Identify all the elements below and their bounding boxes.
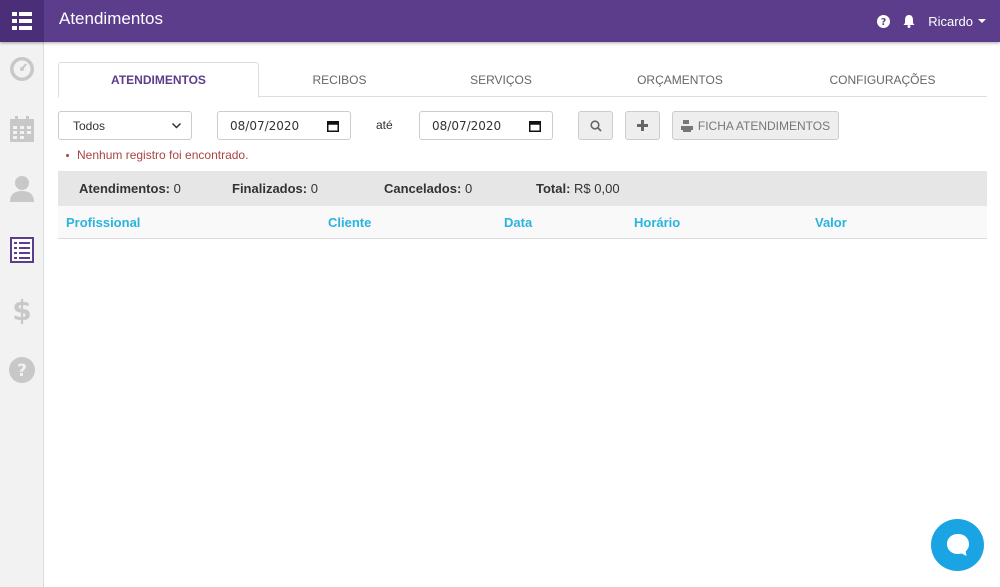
summary-atendimentos: Atendimentos: 0 <box>79 181 181 196</box>
chevron-down-icon <box>172 122 181 129</box>
user-icon <box>10 176 34 202</box>
column-header-data[interactable]: Data <box>504 215 532 230</box>
chat-bubble-icon <box>946 534 969 556</box>
user-menu[interactable]: Ricardo <box>928 14 986 29</box>
summary-atendimentos-label: Atendimentos: <box>79 181 170 196</box>
calendar-picker-icon[interactable] <box>529 120 541 132</box>
svg-text:?: ? <box>17 361 27 381</box>
page-title: Atendimentos <box>59 9 163 28</box>
column-header-cliente[interactable]: Cliente <box>328 215 371 230</box>
summary-cancelados: Cancelados: 0 <box>384 181 472 196</box>
no-records-text: Nenhum registro foi encontrado. <box>77 148 249 162</box>
sidebar-item-help[interactable]: ? <box>0 350 44 390</box>
summary-finalizados-value: 0 <box>310 181 318 196</box>
tab-orcamentos[interactable]: ORÇAMENTOS <box>582 62 778 97</box>
svg-text:?: ? <box>881 17 886 28</box>
sidebar: $ ? <box>0 42 44 587</box>
summary-atendimentos-value: 0 <box>173 181 181 196</box>
date-from-input[interactable]: 08/07/2020 <box>217 111 351 140</box>
no-records-message: Nenhum registro foi encontrado. <box>66 148 248 162</box>
sidebar-item-clients[interactable] <box>0 169 44 209</box>
svg-text:$: $ <box>12 295 31 325</box>
dollar-icon: $ <box>12 295 31 325</box>
summary-total-value: R$ 0,00 <box>574 181 620 196</box>
sidebar-item-dashboard[interactable] <box>0 49 44 89</box>
grid-menu-icon[interactable] <box>0 0 44 42</box>
column-header-profissional[interactable]: Profissional <box>66 215 140 230</box>
sidebar-item-atendimentos[interactable] <box>0 230 44 270</box>
column-header-horario[interactable]: Horário <box>634 215 680 230</box>
date-range-separator: até <box>376 118 393 132</box>
calendar-picker-icon[interactable] <box>327 120 339 132</box>
list-icon <box>10 237 34 263</box>
summary-finalizados-label: Finalizados: <box>232 181 308 196</box>
table-header: Profissional Cliente Data Horário Valor <box>58 206 987 239</box>
print-icon <box>680 119 693 132</box>
date-to-value: 08/07/2020 <box>432 118 502 133</box>
summary-total: Total: R$ 0,00 <box>536 181 620 196</box>
calendar-icon <box>10 116 34 142</box>
tab-recibos[interactable]: RECIBOS <box>259 62 420 97</box>
summary-finalizados: Finalizados: 0 <box>232 181 318 196</box>
bullet-icon <box>66 153 69 157</box>
date-to-input[interactable]: 08/07/2020 <box>419 111 553 140</box>
add-button[interactable] <box>625 111 660 140</box>
search-icon <box>589 119 602 132</box>
ficha-atendimentos-label: FICHA ATENDIMENTOS <box>697 118 831 133</box>
plus-icon <box>637 120 648 131</box>
summary-total-label: Total: <box>536 181 571 196</box>
status-select[interactable]: Todos <box>58 111 192 140</box>
tab-atendimentos[interactable]: ATENDIMENTOS <box>58 62 259 98</box>
sidebar-item-calendar[interactable] <box>0 109 44 149</box>
column-header-valor[interactable]: Valor <box>815 215 847 230</box>
tab-bar: ATENDIMENTOS RECIBOS SERVIÇOS ORÇAMENTOS… <box>58 62 987 98</box>
tab-servicos[interactable]: SERVIÇOS <box>420 62 582 97</box>
summary-bar: Atendimentos: 0 Finalizados: 0 Cancelado… <box>58 171 987 206</box>
summary-cancelados-label: Cancelados: <box>384 181 462 196</box>
ficha-atendimentos-button[interactable]: FICHA ATENDIMENTOS <box>672 111 839 140</box>
user-name: Ricardo <box>928 13 973 29</box>
bell-icon[interactable] <box>902 14 916 28</box>
help-icon[interactable]: ? <box>876 14 890 28</box>
date-from-value: 08/07/2020 <box>230 118 300 133</box>
caret-down-icon <box>978 19 986 23</box>
search-button[interactable] <box>578 111 613 140</box>
dashboard-icon <box>10 57 34 81</box>
top-bar: Atendimentos ? Ricardo <box>0 0 1000 42</box>
chat-button[interactable] <box>931 519 984 571</box>
sidebar-item-financeiro[interactable]: $ <box>0 290 44 330</box>
tab-configuracoes[interactable]: CONFIGURAÇÕES <box>778 62 987 97</box>
status-select-value: Todos <box>73 118 106 133</box>
summary-cancelados-value: 0 <box>464 181 473 196</box>
help-circle-icon: ? <box>9 357 35 383</box>
